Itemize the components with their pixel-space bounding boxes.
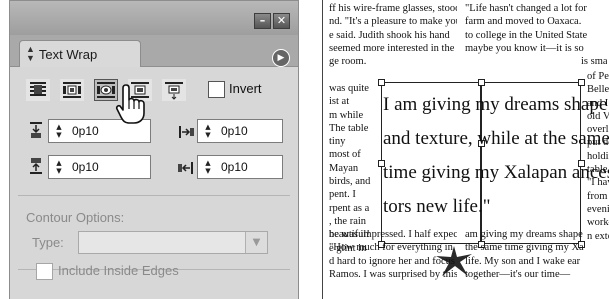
text-line: , the rain — [329, 215, 367, 227]
top-offset-icon — [30, 122, 42, 138]
type-label: Type: — [32, 235, 64, 250]
text-line: d hard to ignore her and focus — [329, 255, 455, 267]
tab-text-wrap-label: Text Wrap — [38, 46, 98, 62]
text-line: most of — [329, 149, 361, 161]
jump-next-column-icon — [165, 82, 183, 100]
text-wrap-panel: – ✕ ▲ ▼ Text Wrap ▶ Invert ▲ ▼ 0p10 ▲ ▼ … — [9, 0, 299, 299]
frame-handle[interactable] — [478, 79, 485, 86]
pull-quote: I am giving my dreams shape and texture,… — [383, 88, 609, 224]
column-bottom-right: am giving my dreams shape the same time … — [465, 228, 607, 281]
include-inside-edges-label: Include Inside Edges — [58, 263, 179, 278]
left-offset-icon — [179, 126, 194, 138]
text-line: Ramos. I was surprised by this — [329, 268, 457, 280]
right-offset-stepper[interactable]: ▲ ▼ — [201, 157, 215, 177]
column-top-left: ff his wire-frame glasses, stood, nd. "I… — [329, 2, 457, 68]
text-line: together—it's our time— — [465, 268, 571, 280]
frame-handle[interactable] — [378, 79, 385, 86]
text-line: farm and moved to Oaxaca. — [465, 16, 582, 28]
text-line: The table — [329, 122, 369, 134]
text-line: am giving my dreams shape — [465, 229, 583, 240]
chevron-down-icon[interactable]: ▼ — [245, 232, 267, 253]
text-line: life. My son and I wake ear — [465, 255, 581, 267]
text-line: e said. Judith shook his hand — [329, 29, 450, 41]
close-button[interactable]: ✕ — [273, 13, 290, 29]
left-offset-field[interactable]: ▲ ▼ 0p10 — [197, 119, 283, 143]
text-line: m while — [329, 109, 364, 121]
column-bottom-left: he was impressed. I half expected "How m… — [329, 228, 457, 281]
frame-handle[interactable] — [578, 79, 585, 86]
contour-type-select[interactable]: ▼ — [78, 231, 268, 254]
pull-quote-line: and texture, while at the same — [383, 128, 609, 149]
invert-checkbox[interactable] — [208, 81, 225, 98]
text-line: was quite — [329, 83, 369, 94]
panel-divider — [18, 195, 290, 196]
top-offset-stepper[interactable]: ▲ ▼ — [52, 121, 66, 141]
text-line: he was impressed. I half expected — [329, 229, 457, 240]
text-line: to college in the United State — [465, 29, 588, 41]
text-line: nd. "It's a pleasure to make your — [329, 16, 457, 28]
text-line: maybe you know it—it is so — [465, 42, 584, 54]
text-line: seemed more interested in the art — [329, 42, 457, 54]
bottom-offset-field[interactable]: ▲ ▼ 0p10 — [48, 155, 151, 179]
top-offset-value: 0p10 — [72, 124, 99, 138]
text-line: from c — [587, 190, 609, 202]
bottom-offset-value: 0p10 — [72, 160, 99, 174]
wrap-bounding-box-button[interactable] — [60, 79, 84, 101]
collapse-arrows-icon[interactable]: ▲ ▼ — [26, 45, 35, 63]
bottom-offset-icon — [30, 158, 42, 174]
text-line: pent. I — [329, 189, 356, 201]
text-line: "How much for everything in — [329, 242, 453, 254]
text-line: is small — [581, 56, 607, 68]
text-line: ist at — [329, 96, 350, 108]
text-line: the same time giving my Xa — [465, 242, 584, 254]
text-line: "Life hasn't changed a lot for — [465, 3, 587, 14]
bottom-offset-stepper[interactable]: ▲ ▼ — [52, 157, 66, 177]
left-offset-stepper[interactable]: ▲ ▼ — [201, 121, 215, 141]
text-line: birds, and — [329, 176, 371, 188]
layout-page: ff his wire-frame glasses, stood, nd. "I… — [322, 0, 609, 299]
text-line: tiny — [329, 136, 346, 148]
pull-quote-line: time giving my Xalapan ances- — [383, 162, 609, 183]
no-wrap-icon — [30, 82, 46, 96]
pull-quote-line: I am giving my dreams shape — [383, 94, 608, 115]
pull-quote-line: tors new life." — [383, 196, 491, 217]
right-offset-field[interactable]: ▲ ▼ 0p10 — [197, 155, 283, 179]
text-line: rpent as a — [329, 202, 370, 214]
contour-options-heading: Contour Options: — [26, 210, 125, 225]
panel-menu-icon[interactable]: ▶ — [272, 49, 290, 67]
right-offset-icon — [178, 162, 193, 174]
tab-text-wrap[interactable]: ▲ ▼ Text Wrap — [19, 40, 141, 67]
text-line: ge room. — [329, 56, 367, 68]
left-offset-value: 0p10 — [221, 124, 248, 138]
panel-tab-bar: ▲ ▼ Text Wrap ▶ — [10, 35, 298, 67]
invert-label: Invert — [229, 81, 262, 96]
minimize-button[interactable]: – — [254, 13, 271, 29]
text-line: of Penn — [587, 71, 609, 82]
wrap-bounding-box-icon — [63, 82, 81, 98]
column-top-right: "Life hasn't changed a lot for farm and … — [465, 2, 607, 68]
hand-pointer-icon — [115, 84, 145, 124]
jump-next-column-button[interactable] — [162, 79, 186, 101]
right-offset-value: 0p10 — [221, 160, 248, 174]
panel-title-bar[interactable]: – ✕ — [10, 1, 298, 35]
text-line: ff his wire-frame glasses, stood, — [329, 3, 457, 14]
no-wrap-button[interactable] — [26, 79, 50, 101]
text-line: Mayan — [329, 162, 359, 174]
include-inside-edges-checkbox[interactable] — [36, 263, 53, 280]
text-line: evenin — [587, 203, 609, 215]
